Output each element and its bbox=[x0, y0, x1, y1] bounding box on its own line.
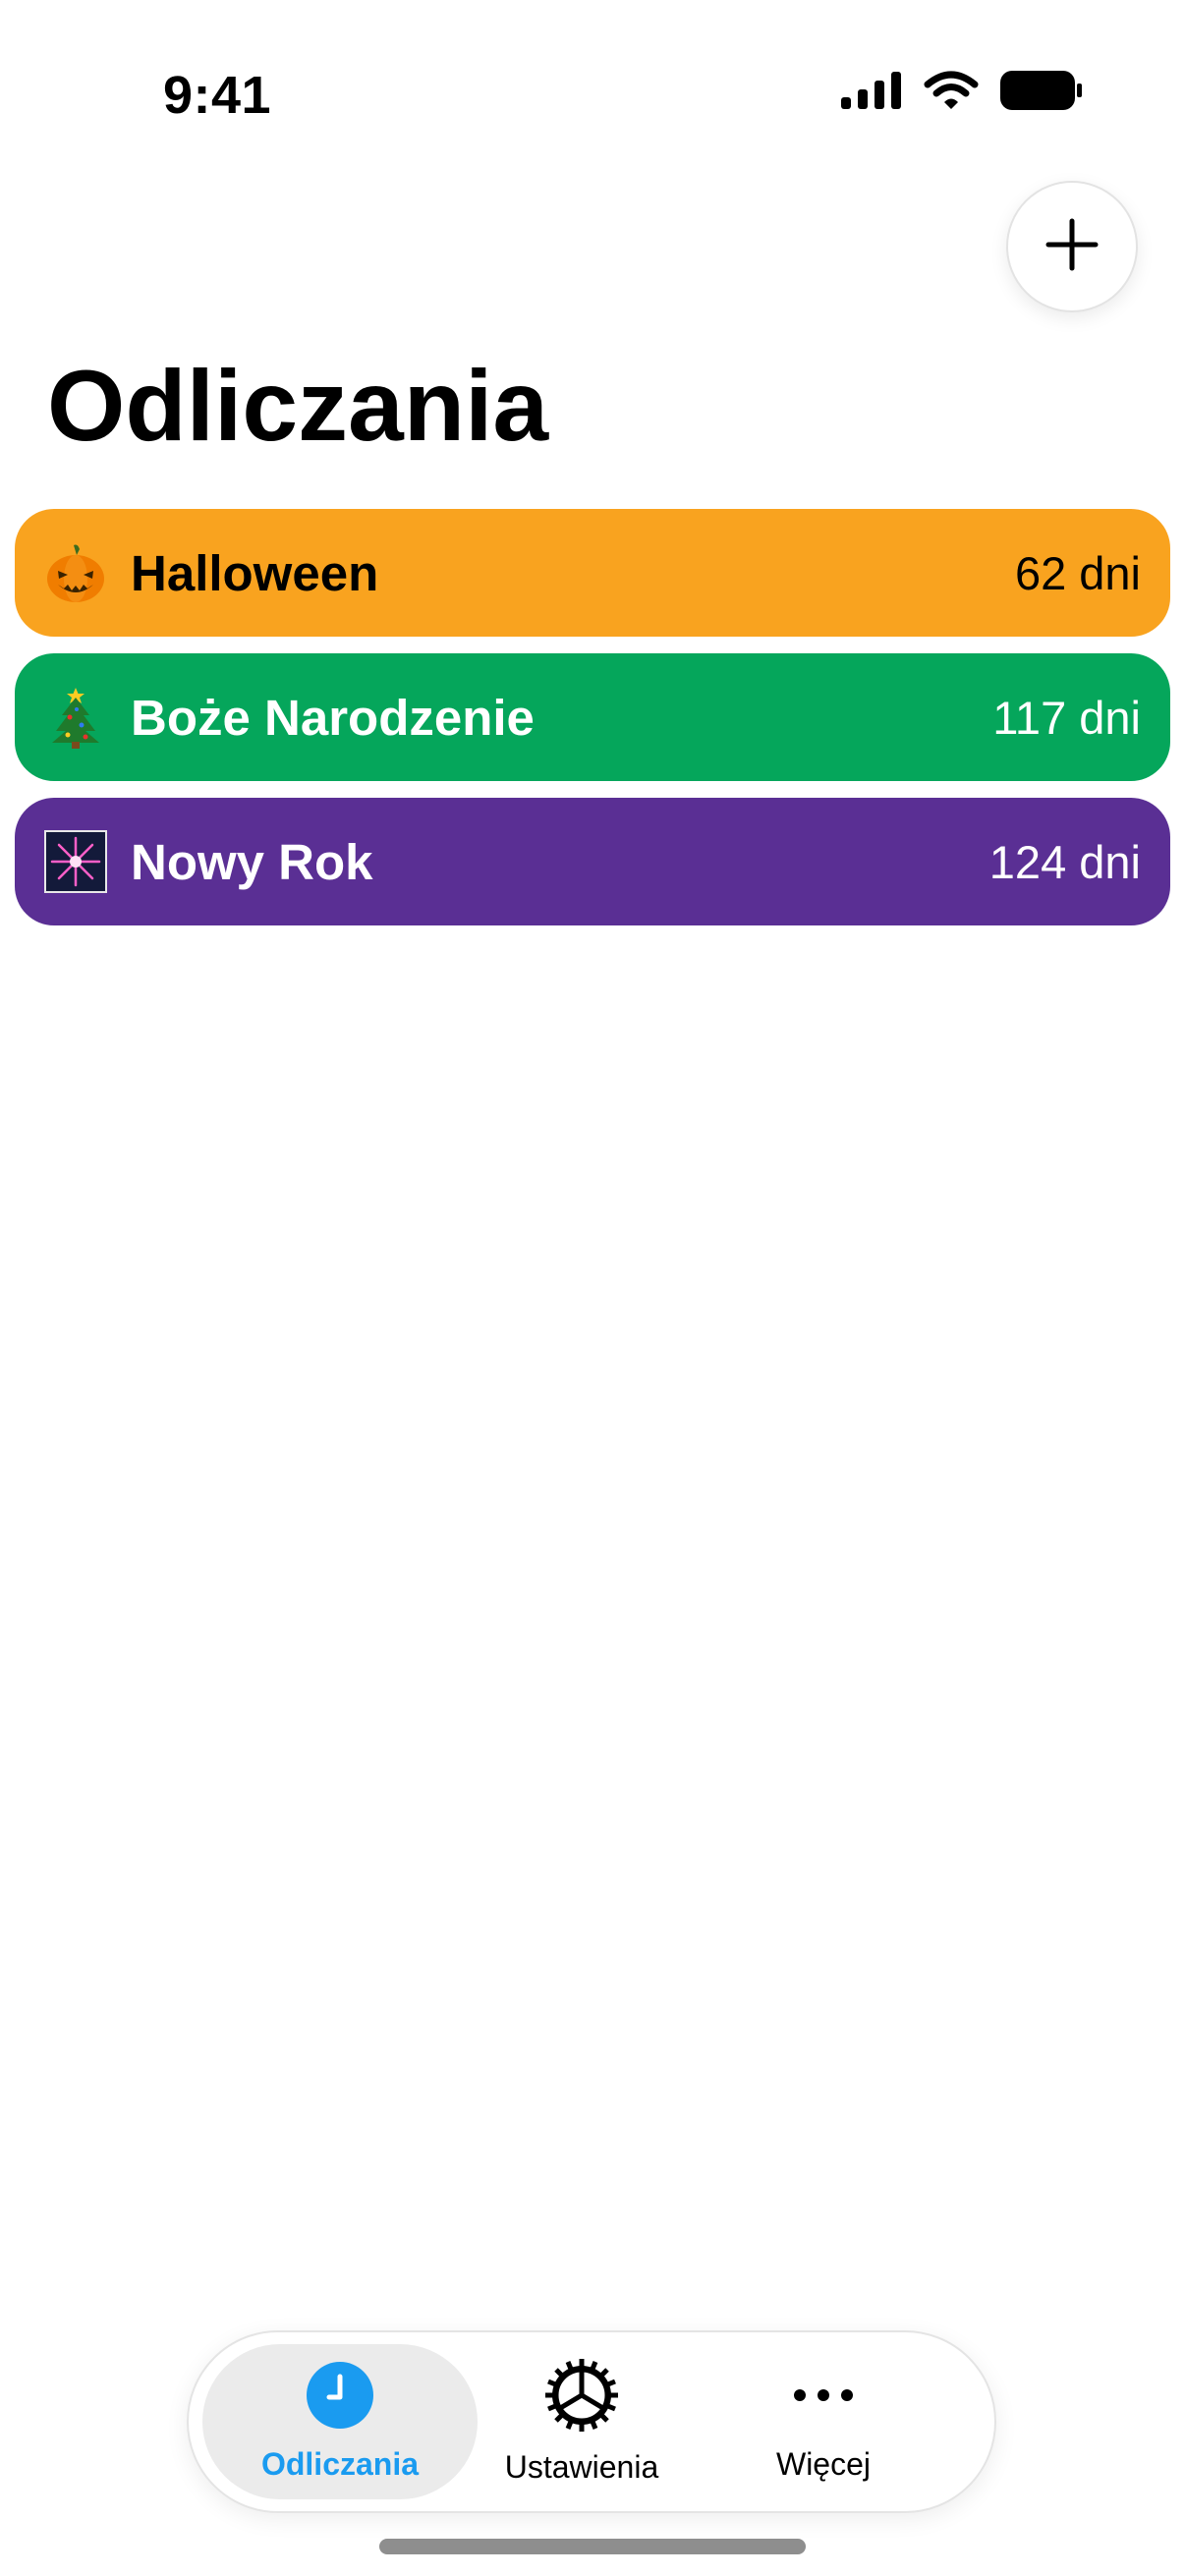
countdown-name: Boże Narodzenie bbox=[131, 689, 535, 746]
countdown-name: Halloween bbox=[131, 544, 379, 601]
countdown-days: 62 dni bbox=[1014, 546, 1141, 599]
tab-label: Odliczania bbox=[260, 2446, 420, 2482]
countdown-name: Nowy Rok bbox=[131, 833, 373, 890]
tab-wiecej[interactable]: Więcej bbox=[696, 2344, 951, 2499]
home-indicator bbox=[379, 2539, 806, 2554]
page-title: Odliczania bbox=[47, 350, 549, 462]
countdown-row-boze-narodzenie[interactable]: Boże Narodzenie 117 dni bbox=[15, 653, 1170, 781]
gear-icon bbox=[544, 2358, 619, 2437]
more-icon bbox=[789, 2361, 858, 2435]
tab-ustawienia[interactable]: Ustawienia bbox=[480, 2344, 684, 2499]
battery-icon bbox=[1000, 71, 1083, 115]
christmas-tree-icon bbox=[44, 686, 107, 749]
tab-bar: Odliczania Ustawienia Więcej bbox=[187, 2330, 996, 2513]
countdown-list: Halloween 62 dni Boże Narodzenie 117 dni bbox=[15, 509, 1170, 942]
status-time: 9:41 bbox=[163, 66, 272, 125]
wifi-icon bbox=[924, 71, 979, 115]
status-icons bbox=[841, 71, 1083, 115]
countdown-row-nowy-rok[interactable]: Nowy Rok 124 dni bbox=[15, 798, 1170, 925]
pumpkin-icon bbox=[44, 541, 107, 604]
tab-label: Więcej bbox=[775, 2446, 871, 2482]
countdown-days: 117 dni bbox=[992, 691, 1141, 744]
countdown-days: 124 dni bbox=[988, 835, 1141, 888]
tab-odliczania[interactable]: Odliczania bbox=[202, 2344, 478, 2499]
fireworks-icon bbox=[44, 830, 107, 893]
countdown-row-halloween[interactable]: Halloween 62 dni bbox=[15, 509, 1170, 637]
add-countdown-button[interactable] bbox=[1006, 181, 1138, 312]
cellular-signal-icon bbox=[841, 72, 902, 114]
status-bar: 9:41 bbox=[0, 0, 1185, 187]
tab-label: Ustawienia bbox=[504, 2449, 659, 2485]
plus-icon bbox=[1044, 217, 1100, 277]
clock-icon bbox=[306, 2361, 374, 2435]
